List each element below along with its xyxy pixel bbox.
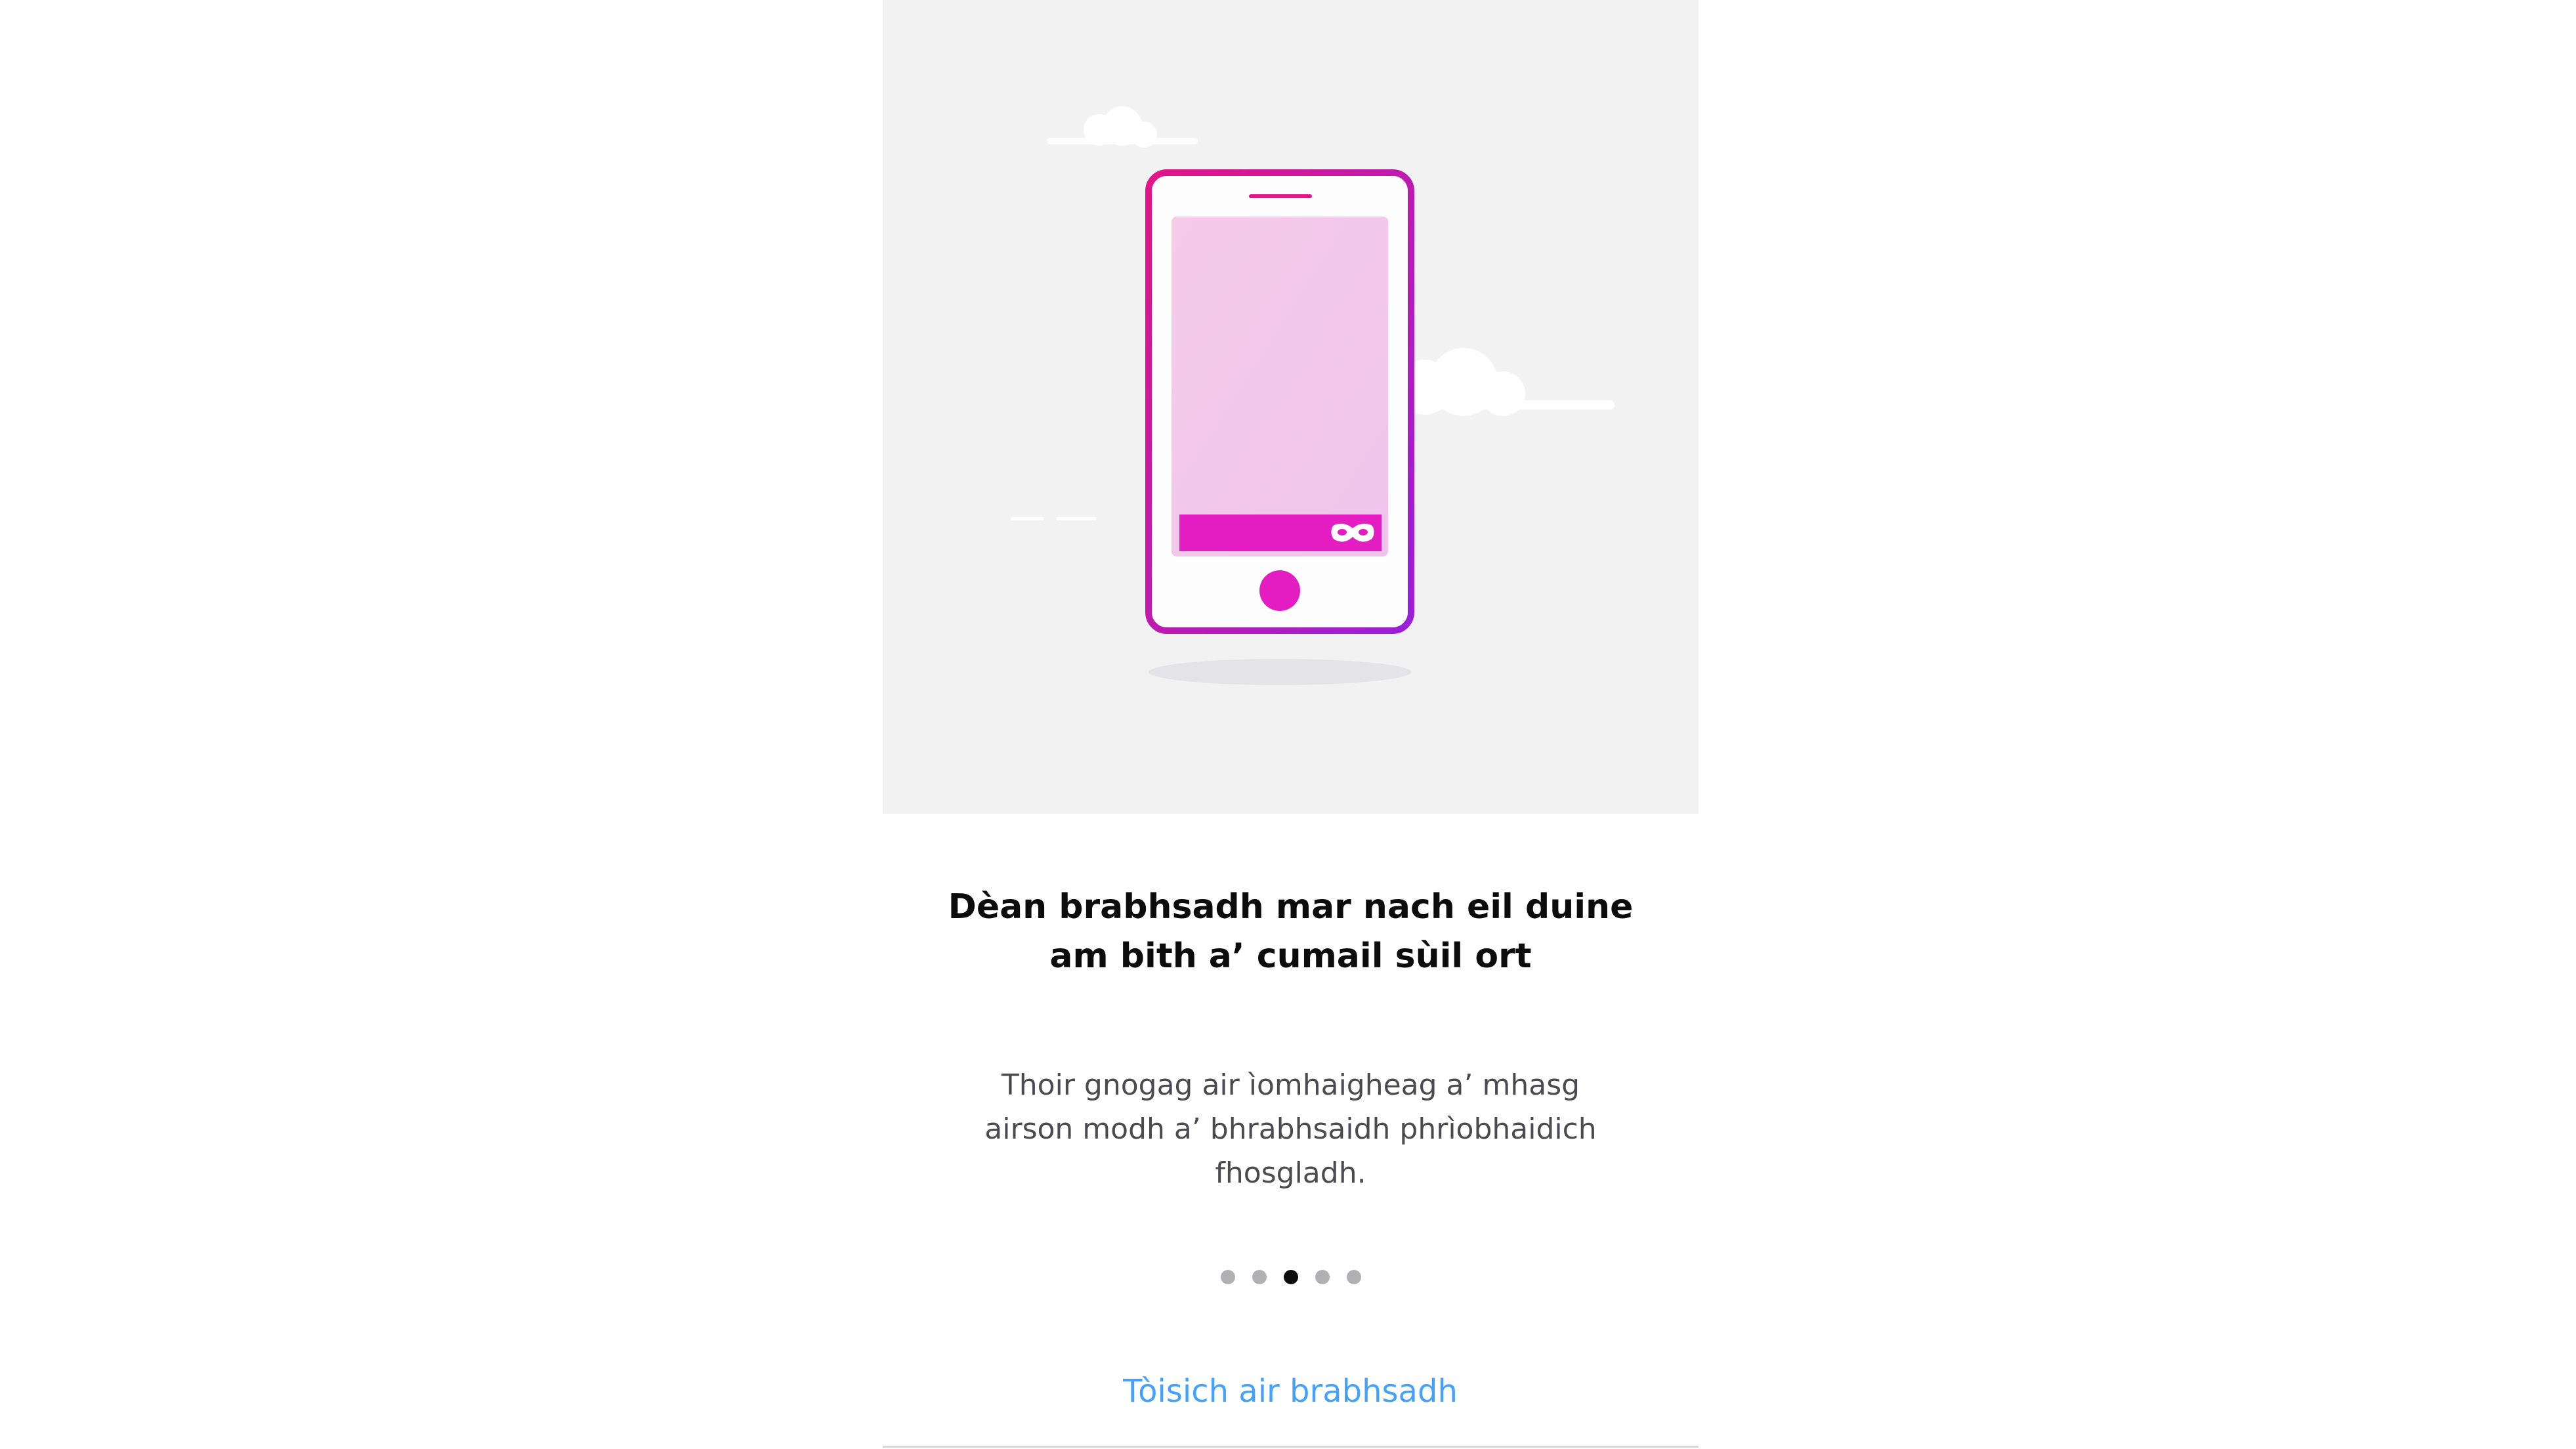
page-dot-2[interactable] (1252, 1270, 1267, 1284)
hero-illustration (883, 0, 1699, 814)
page-dot-1[interactable] (1220, 1270, 1235, 1284)
onboarding-card: Dèan brabhsadh mar nach eil duine am bit… (883, 0, 1699, 1449)
cloud-icon (1047, 106, 1198, 148)
cloud-icon (1388, 348, 1615, 416)
page: Dèan brabhsadh mar nach eil duine am bit… (0, 0, 2576, 1449)
page-dot-4[interactable] (1315, 1270, 1330, 1284)
onboarding-description: Thoir gnogag air ìomhaigheag a’ mhasg ai… (981, 1063, 1600, 1195)
cloud-icon (1011, 517, 1096, 520)
phone-shadow (1149, 659, 1411, 685)
page-dot-5[interactable] (1346, 1270, 1361, 1284)
headline-line: Dèan brabhsadh mar nach eil duine (948, 887, 1634, 927)
bottom-divider (883, 1446, 1699, 1448)
start-browsing-button[interactable]: Tòisich air brabhsadh (1093, 1358, 1487, 1424)
page-indicator (883, 1265, 1699, 1289)
description-line: fhosgladh. (1215, 1156, 1366, 1190)
description-line: airson modh a’ bhrabhsaidh phrìobhaidich (984, 1112, 1597, 1146)
onboarding-headline: Dèan brabhsadh mar nach eil duine am bit… (942, 883, 1639, 981)
page-dot-3-active[interactable] (1283, 1270, 1298, 1284)
phone-icon (1145, 169, 1414, 634)
headline-line: am bith a’ cumail sùil ort (1049, 936, 1532, 976)
description-line: Thoir gnogag air ìomhaigheag a’ mhasg (1001, 1068, 1580, 1102)
